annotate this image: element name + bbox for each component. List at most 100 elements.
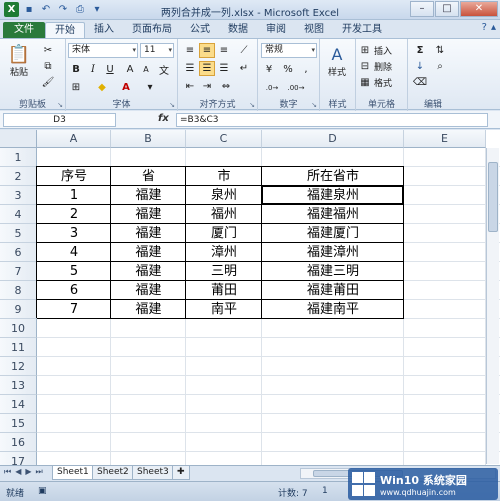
bold-button[interactable]: B [68,62,84,77]
tab-developer[interactable]: 开发工具 [333,22,391,38]
delete-button[interactable]: ⊟ 删除 [358,59,392,73]
underline-button[interactable]: U [102,62,118,77]
tab-data[interactable]: 数据 [219,22,257,38]
column-header-b[interactable]: B [111,130,186,148]
table-cell[interactable]: 福州 [186,205,262,224]
row-header-1[interactable]: 1 [0,148,37,167]
find-select-icon[interactable]: ⌕ [432,59,448,74]
decrease-decimal-icon[interactable]: .00→ [288,80,305,95]
help-icon[interactable]: ? [482,22,487,33]
clear-icon[interactable]: ⌫ [412,75,428,90]
number-launcher-icon[interactable]: ↘ [311,101,317,109]
last-sheet-icon[interactable]: ⏭ [36,467,43,477]
table-cell[interactable]: 5 [37,262,111,281]
insert-function-button[interactable]: fx [158,113,169,124]
table-cell[interactable]: 福建 [111,262,186,281]
table-cell[interactable]: 6 [37,281,111,300]
minimize-button[interactable]: – [410,1,434,17]
comma-button[interactable]: , [298,62,314,77]
column-header-a[interactable]: A [37,130,111,148]
italic-button[interactable]: I [85,62,101,77]
decrease-indent-icon[interactable]: ⇤ [182,79,198,94]
row-header-14[interactable]: 14 [0,395,37,414]
column-header-e[interactable]: E [404,130,486,148]
table-header-cell[interactable]: 所在省市 [262,167,404,186]
row-header-2[interactable]: 2 [0,167,37,186]
table-cell[interactable]: 福建 [111,186,186,205]
table-cell[interactable]: 福建莆田 [262,281,404,300]
column-header-d[interactable]: D [262,130,404,148]
vertical-scrollbar[interactable] [486,148,499,464]
merge-center-icon[interactable]: ⇔ [218,79,234,94]
table-cell[interactable]: 福建 [111,224,186,243]
font-size-select[interactable]: 11 ▾ [140,43,174,58]
table-cell[interactable]: 福建泉州 [262,186,404,205]
increase-indent-icon[interactable]: ⇥ [199,79,215,94]
table-cell[interactable]: 福建 [111,243,186,262]
table-header-cell[interactable]: 序号 [37,167,111,186]
table-cell[interactable]: 1 [37,186,111,205]
row-header-9[interactable]: 9 [0,300,37,319]
row-header-16[interactable]: 16 [0,433,37,452]
formula-input[interactable]: =B3&C3 [176,113,488,127]
ribbon-minimize-icon[interactable]: ▴ [491,22,496,33]
percent-button[interactable]: % [280,62,296,77]
format-painter-icon[interactable]: 🖌 [40,75,56,90]
format-button[interactable]: ▦ 格式 [358,75,392,89]
row-header-11[interactable]: 11 [0,338,37,357]
table-cell[interactable]: 福建 [111,281,186,300]
font-name-select[interactable]: 宋体 ▾ [68,43,138,58]
row-header-8[interactable]: 8 [0,281,37,300]
table-cell[interactable]: 福建福州 [262,205,404,224]
table-cell[interactable]: 福建 [111,205,186,224]
row-header-13[interactable]: 13 [0,376,37,395]
font-extra-icon[interactable]: ▾ [142,80,158,95]
table-cell[interactable]: 泉州 [186,186,262,205]
orientation-icon[interactable]: ⟋ [236,43,252,58]
table-cell[interactable]: 三明 [186,262,262,281]
row-header-12[interactable]: 12 [0,357,37,376]
macro-record-icon[interactable]: ▣ [38,486,47,496]
wrap-text-icon[interactable]: ↵ [236,61,252,76]
align-left-icon[interactable]: ☰ [182,61,198,76]
name-box[interactable]: D3 [3,113,116,127]
row-header-4[interactable]: 4 [0,205,37,224]
table-cell[interactable]: 2 [37,205,111,224]
table-cell[interactable]: 福建厦门 [262,224,404,243]
table-cell[interactable]: 福建三明 [262,262,404,281]
column-header-c[interactable]: C [186,130,262,148]
row-header-17[interactable]: 17 [0,452,37,465]
copy-icon[interactable]: ⧉ [40,59,56,74]
tab-page-layout[interactable]: 页面布局 [123,22,181,38]
align-bottom-icon[interactable]: ≡ [216,43,232,58]
clipboard-launcher-icon[interactable]: ↘ [57,101,63,109]
styles-button[interactable]: A 样式 [326,43,348,79]
tab-insert[interactable]: 插入 [85,22,123,38]
borders-icon[interactable]: ⊞ [68,80,84,95]
row-header-3[interactable]: 3 [0,186,37,205]
alignment-launcher-icon[interactable]: ↘ [249,101,255,109]
first-sheet-icon[interactable]: ⏮ [4,467,11,477]
paste-button[interactable]: 📋 粘贴 [8,43,30,79]
row-header-7[interactable]: 7 [0,262,37,281]
grow-font-button[interactable]: A [122,62,138,77]
autosum-button[interactable]: Σ [412,43,428,58]
align-top-icon[interactable]: ≡ [182,43,198,58]
table-cell[interactable]: 漳州 [186,243,262,262]
table-cell[interactable]: 福建南平 [262,300,404,319]
table-cell[interactable]: 南平 [186,300,262,319]
tab-file[interactable]: 文件 [3,22,45,38]
tab-view[interactable]: 视图 [295,22,333,38]
number-format-select[interactable]: 常规 ▾ [261,43,317,58]
phonetic-icon[interactable]: 文 [156,62,172,77]
row-header-6[interactable]: 6 [0,243,37,262]
fill-icon[interactable]: ↓ [412,59,428,74]
align-center-icon[interactable]: ☰ [199,61,215,76]
shrink-font-button[interactable]: A [138,62,154,77]
insert-button[interactable]: ⊞ 插入 [358,43,392,57]
tab-formulas[interactable]: 公式 [181,22,219,38]
table-cell[interactable]: 4 [37,243,111,262]
table-cell[interactable]: 7 [37,300,111,319]
sheet-tab-sheet1[interactable]: Sheet1 [52,466,94,480]
font-color-icon[interactable]: A [118,80,134,95]
